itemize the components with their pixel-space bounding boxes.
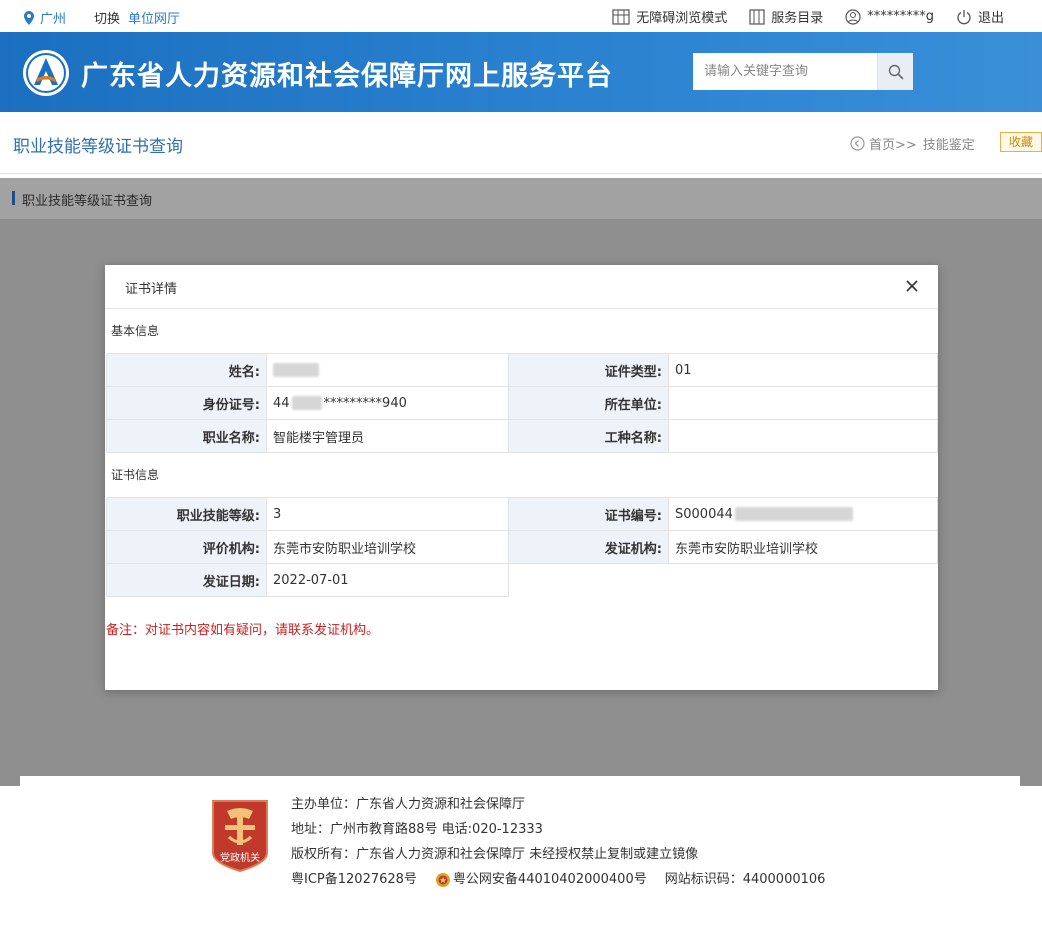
site-header: 广东省人力资源和社会保障厅网上服务平台 bbox=[0, 32, 1042, 112]
site-search bbox=[693, 53, 913, 90]
occupation-label: 职业名称: bbox=[106, 419, 267, 453]
search-button[interactable] bbox=[877, 53, 913, 90]
cert-info-heading: 证书信息 bbox=[111, 468, 160, 482]
page-title: 职业技能等级证书查询 bbox=[13, 137, 183, 157]
basic-info-table: 姓名: 证件类型: 01 身份证号: 44 *********940 所在单位: … bbox=[106, 353, 938, 453]
search-icon bbox=[888, 64, 904, 80]
icp-link[interactable]: 粤ICP备12027628号 bbox=[291, 867, 417, 892]
police-emblem-icon bbox=[435, 872, 450, 887]
table-row: 职业名称: 智能楼宇管理员 工种名称: bbox=[106, 419, 938, 453]
close-icon bbox=[906, 280, 918, 292]
breadcrumb-current: 技能鉴定 bbox=[922, 138, 975, 153]
police-record-link[interactable]: 粤公网安备44010402000400号 bbox=[453, 867, 647, 892]
logout-label: 退出 bbox=[977, 11, 1004, 26]
breadcrumb-home[interactable]: 首页>> bbox=[869, 134, 917, 153]
issuer-label: 发证机构: bbox=[508, 530, 669, 564]
switch-link[interactable]: 切换 bbox=[94, 8, 120, 27]
favorite-button[interactable]: 收藏 bbox=[1000, 132, 1042, 152]
occupation-value: 智能楼宇管理员 bbox=[266, 419, 509, 453]
empty-cell bbox=[508, 563, 669, 597]
overlay-edge-left bbox=[0, 776, 20, 786]
footer-copyright: 版权所有：广东省人力资源和社会保障厅 未经授权禁止复制或建立镜像 bbox=[291, 847, 699, 862]
job-type-label: 工种名称: bbox=[508, 419, 669, 453]
cert-number-value: S000044 bbox=[668, 497, 938, 531]
top-bar-actions: 无障碍浏览模式 服务目录 *********g 退出 bbox=[590, 7, 1004, 26]
table-row: 姓名: 证件类型: 01 bbox=[106, 353, 938, 387]
user-account-link[interactable]: *********g bbox=[845, 8, 934, 25]
cert-number-prefix: S000044 bbox=[675, 506, 733, 522]
party-government-badge-icon[interactable]: 党政机关 bbox=[207, 797, 273, 873]
skill-level-value: 3 bbox=[266, 497, 509, 531]
employer-value bbox=[668, 386, 938, 420]
table-row: 职业技能等级: 3 证书编号: S000044 bbox=[106, 497, 938, 531]
redacted-id bbox=[291, 396, 322, 410]
id-number-prefix: 44 bbox=[273, 395, 290, 411]
issuer-value: 东莞市安防职业培训学校 bbox=[668, 530, 938, 564]
panel-accent-bar bbox=[12, 191, 15, 205]
accessibility-icon bbox=[612, 8, 630, 25]
close-button[interactable] bbox=[902, 276, 922, 296]
site-code: 网站标识码：4400000106 bbox=[664, 872, 826, 887]
assessor-value: 东莞市安防职业培训学校 bbox=[266, 530, 509, 564]
service-directory-link[interactable]: 服务目录 bbox=[749, 7, 823, 26]
redacted-name bbox=[273, 363, 319, 377]
badge-label: 党政机关 bbox=[220, 851, 260, 864]
footer-sponsor: 主办单位：广东省人力资源和社会保障厅 bbox=[291, 797, 526, 812]
search-input[interactable] bbox=[693, 53, 877, 90]
issue-date-value: 2022-07-01 bbox=[266, 563, 509, 597]
id-number-value: 44 *********940 bbox=[266, 386, 509, 420]
footer-info: 主办单位：广东省人力资源和社会保障厅 地址：广州市教育路88号 电话:020-1… bbox=[291, 792, 843, 892]
dialog-header: 证书详情 bbox=[105, 265, 938, 309]
panel-header: 职业技能等级证书查询 bbox=[0, 178, 1042, 220]
unit-hall-link[interactable]: 单位网厅 bbox=[128, 8, 180, 27]
user-icon bbox=[845, 8, 861, 25]
service-directory-label: 服务目录 bbox=[771, 11, 824, 26]
id-type-value: 01 bbox=[668, 353, 938, 387]
certificate-detail-dialog: 证书详情 基本信息 姓名: 证件类型: 01 身份证号: 44 *********… bbox=[105, 265, 938, 690]
basic-info-heading: 基本信息 bbox=[111, 324, 160, 338]
top-bar: 广州 切换 单位网厅 无障碍浏览模式 服务目录 *********g 退出 bbox=[0, 0, 1042, 32]
power-icon bbox=[957, 9, 971, 24]
location-pin-icon bbox=[24, 10, 34, 25]
cert-info-table: 职业技能等级: 3 证书编号: S000044 评价机构: 东莞市安防职业培训学… bbox=[106, 497, 938, 597]
assessor-label: 评价机构: bbox=[106, 530, 267, 564]
employer-label: 所在单位: bbox=[508, 386, 669, 420]
location-bar: 广州 切换 单位网厅 bbox=[24, 8, 180, 27]
id-number-label: 身份证号: bbox=[106, 386, 267, 420]
breadcrumb: 首页>> 技能鉴定 bbox=[850, 134, 975, 153]
empty-cell bbox=[668, 563, 938, 597]
back-circle-icon bbox=[850, 136, 865, 151]
table-row: 发证日期: 2022-07-01 bbox=[106, 563, 938, 597]
redacted-cert-number bbox=[734, 507, 853, 521]
skill-level-label: 职业技能等级: bbox=[106, 497, 267, 531]
logout-button[interactable]: 退出 bbox=[956, 7, 1004, 26]
name-value bbox=[266, 353, 509, 387]
site-footer: 党政机关 主办单位：广东省人力资源和社会保障厅 地址：广州市教育路88号 电话:… bbox=[0, 776, 1042, 937]
accessibility-mode-link[interactable]: 无障碍浏览模式 bbox=[612, 7, 727, 26]
remark-note: 备注：对证书内容如有疑问，请联系发证机构。 bbox=[106, 623, 380, 638]
current-city[interactable]: 广州 bbox=[40, 8, 66, 27]
username-label: *********g bbox=[867, 9, 934, 24]
panel-title: 职业技能等级证书查询 bbox=[22, 194, 153, 209]
id-number-suffix: *********940 bbox=[323, 395, 407, 411]
site-logo-icon[interactable] bbox=[22, 49, 70, 97]
id-type-label: 证件类型: bbox=[508, 353, 669, 387]
table-row: 评价机构: 东莞市安防职业培训学校 发证机构: 东莞市安防职业培训学校 bbox=[106, 530, 938, 564]
dialog-title: 证书详情 bbox=[125, 282, 178, 297]
name-label: 姓名: bbox=[106, 353, 267, 387]
table-row: 身份证号: 44 *********940 所在单位: bbox=[106, 386, 938, 420]
directory-icon bbox=[749, 8, 765, 25]
overlay-edge-right bbox=[1020, 776, 1042, 786]
job-type-value bbox=[668, 419, 938, 453]
cert-number-label: 证书编号: bbox=[508, 497, 669, 531]
footer-address: 地址：广州市教育路88号 电话:020-12333 bbox=[291, 822, 543, 837]
footer-registration: 粤ICP备12027628号 粤公网安备44010402000400号 网站标识… bbox=[291, 867, 843, 892]
accessibility-mode-label: 无障碍浏览模式 bbox=[636, 11, 728, 26]
page-title-bar: 职业技能等级证书查询 首页>> 技能鉴定 收藏 bbox=[0, 112, 1042, 174]
issue-date-label: 发证日期: bbox=[106, 563, 267, 597]
site-title: 广东省人力资源和社会保障厅网上服务平台 bbox=[81, 61, 613, 92]
